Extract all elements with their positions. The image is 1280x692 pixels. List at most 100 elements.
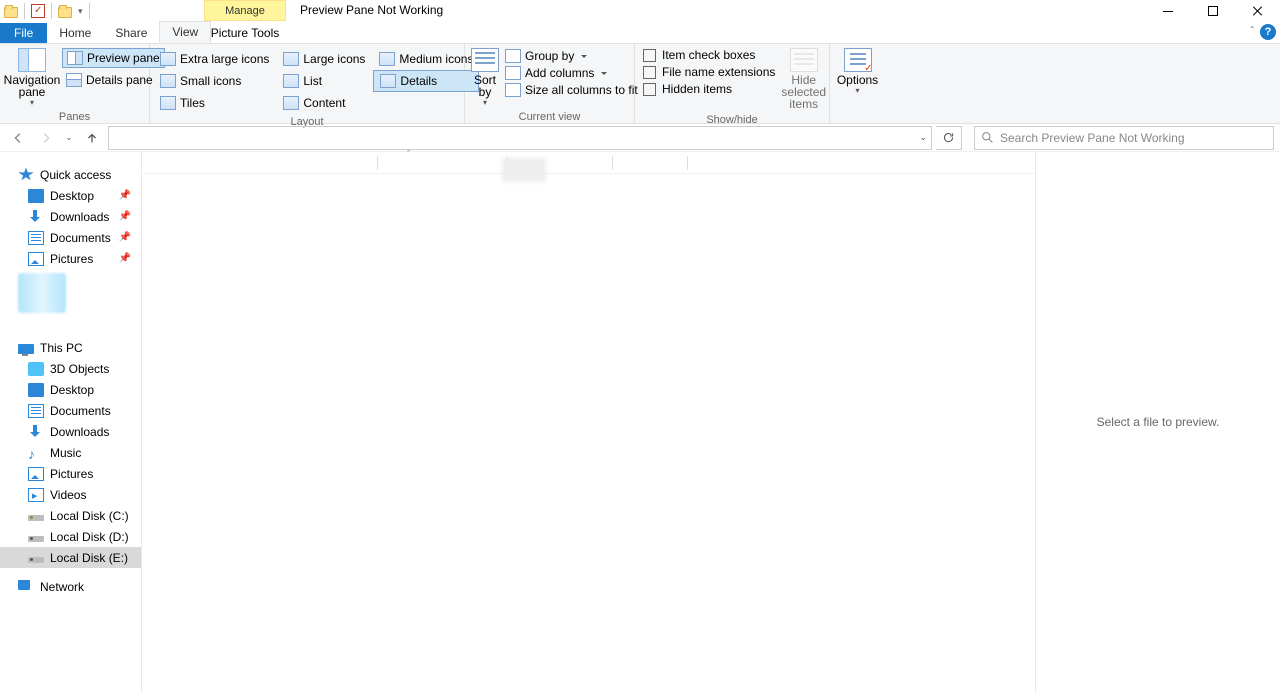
options-button[interactable]: Options ▾: [834, 46, 881, 97]
tree-desktop-pc[interactable]: Desktop: [0, 379, 141, 400]
tab-share[interactable]: Share: [103, 23, 159, 43]
options-icon: [844, 48, 872, 72]
ribbon-tabs: File Home Share View Picture Tools ˆ ?: [0, 22, 1280, 44]
help-icon[interactable]: ?: [1260, 24, 1276, 40]
layout-tiles[interactable]: Tiles: [154, 92, 275, 114]
tree-videos[interactable]: Videos: [0, 484, 141, 505]
preview-pane-icon: [67, 51, 83, 65]
checkbox-icon: [643, 66, 656, 79]
column-separator[interactable]: [612, 156, 613, 170]
tree-downloads[interactable]: Downloads 📌: [0, 206, 141, 227]
group-by-button[interactable]: Group by: [501, 48, 642, 64]
disk-icon: [28, 557, 44, 563]
properties-icon[interactable]: ✓: [31, 4, 45, 18]
layout-label: Extra large icons: [180, 52, 269, 66]
close-button[interactable]: [1235, 0, 1280, 22]
explorer-body: Quick access Desktop📌 Downloads📌 Documen…: [0, 152, 1280, 692]
sort-by-button[interactable]: Sort by ▾: [469, 46, 501, 109]
tab-file[interactable]: File: [0, 23, 47, 43]
tree-network[interactable]: Network: [0, 576, 141, 597]
column-separator[interactable]: [377, 156, 378, 170]
minimize-icon: [1163, 11, 1173, 12]
tree-pictures[interactable]: Pictures📌: [0, 248, 141, 269]
layout-details[interactable]: Details: [373, 70, 479, 92]
add-columns-button[interactable]: Add columns: [501, 65, 642, 81]
navigation-pane-button[interactable]: Navigation pane ▾: [4, 46, 60, 109]
refresh-button[interactable]: [936, 126, 962, 150]
layout-content[interactable]: Content: [277, 92, 371, 114]
tree-pictures-pc[interactable]: Pictures: [0, 463, 141, 484]
ribbon-group-panes: Navigation pane ▾ Preview pane Details p…: [0, 44, 150, 123]
layout-large[interactable]: Large icons: [277, 48, 371, 70]
tree-label: Downloads: [50, 210, 109, 224]
redacted-item: [18, 273, 66, 313]
separator: [24, 3, 25, 19]
layout-extra-large[interactable]: Extra large icons: [154, 48, 275, 70]
search-box[interactable]: Search Preview Pane Not Working: [974, 126, 1274, 150]
document-icon: [28, 231, 44, 245]
layout-icon: [380, 74, 396, 88]
layout-icon: [379, 52, 395, 66]
layout-label: Tiles: [180, 96, 205, 110]
details-pane-icon: [66, 73, 82, 87]
tree-documents-pc[interactable]: Documents: [0, 400, 141, 421]
forward-button[interactable]: [34, 126, 58, 150]
tree-local-disk-d[interactable]: Local Disk (D:): [0, 526, 141, 547]
ribbon-group-current-view: Sort by ▾ Group by Add columns Size all …: [465, 44, 635, 123]
tree-label: Music: [50, 446, 81, 460]
sort-indicator-icon: ˆ: [407, 149, 410, 159]
quick-access-toolbar: ✓ ▾: [0, 3, 90, 19]
recent-locations-button[interactable]: ⌄: [62, 126, 76, 150]
ribbon-group-options: Options ▾: [830, 44, 885, 123]
content-area: ˆ Select a file to preview.: [142, 152, 1280, 692]
size-columns-button[interactable]: Size all columns to fit: [501, 82, 642, 98]
checkbox-icon: [643, 49, 656, 62]
layout-small[interactable]: Small icons: [154, 70, 275, 92]
hide-selected-button[interactable]: Hide selected items: [779, 46, 828, 112]
minimize-button[interactable]: [1145, 0, 1190, 22]
tree-this-pc[interactable]: This PC: [0, 337, 141, 358]
desktop-icon: [28, 383, 44, 397]
tree-quick-access[interactable]: Quick access: [0, 164, 141, 185]
tree-documents[interactable]: Documents📌: [0, 227, 141, 248]
layout-label: Details: [400, 74, 437, 88]
file-extensions-toggle[interactable]: File name extensions: [643, 65, 775, 79]
tree-local-disk-e[interactable]: Local Disk (E:): [0, 547, 141, 568]
tree-local-disk-c[interactable]: Local Disk (C:): [0, 505, 141, 526]
hide-selected-label: Hide selected items: [781, 74, 826, 110]
tab-home[interactable]: Home: [47, 23, 103, 43]
back-button[interactable]: [6, 126, 30, 150]
item-checkboxes-toggle[interactable]: Item check boxes: [643, 48, 775, 62]
preview-pane-label: Preview pane: [87, 51, 160, 65]
files-pane[interactable]: ˆ: [142, 152, 1035, 692]
navigation-tree[interactable]: Quick access Desktop📌 Downloads📌 Documen…: [0, 152, 142, 692]
checkbox-icon: [643, 83, 656, 96]
new-folder-icon[interactable]: [58, 7, 72, 18]
tree-downloads-pc[interactable]: Downloads: [0, 421, 141, 442]
tree-desktop[interactable]: Desktop📌: [0, 185, 141, 206]
add-columns-label: Add columns: [525, 66, 594, 80]
pictures-icon: [28, 467, 44, 481]
tab-picture-tools[interactable]: Picture Tools: [204, 22, 286, 40]
tree-music[interactable]: Music: [0, 442, 141, 463]
column-headers[interactable]: ˆ: [142, 152, 1035, 174]
hidden-items-toggle[interactable]: Hidden items: [643, 82, 775, 96]
tree-label: 3D Objects: [50, 362, 109, 376]
pin-icon: 📌: [119, 190, 131, 201]
up-button[interactable]: [80, 126, 104, 150]
checkbox-label: File name extensions: [662, 65, 775, 79]
layout-medium[interactable]: Medium icons: [373, 48, 479, 70]
maximize-button[interactable]: [1190, 0, 1235, 22]
checkbox-label: Hidden items: [662, 82, 732, 96]
layout-list[interactable]: List: [277, 70, 371, 92]
column-separator[interactable]: [687, 156, 688, 170]
address-bar[interactable]: ⌄: [108, 126, 932, 150]
address-dropdown-icon[interactable]: ⌄: [919, 132, 927, 143]
pin-icon: 📌: [119, 211, 131, 222]
details-pane-label: Details pane: [86, 73, 153, 87]
fit-icon: [505, 83, 521, 97]
collapse-ribbon-icon[interactable]: ˆ: [1251, 26, 1254, 37]
qat-dropdown-icon[interactable]: ▾: [78, 6, 83, 17]
tree-3d-objects[interactable]: 3D Objects: [0, 358, 141, 379]
pc-icon: [18, 344, 34, 354]
